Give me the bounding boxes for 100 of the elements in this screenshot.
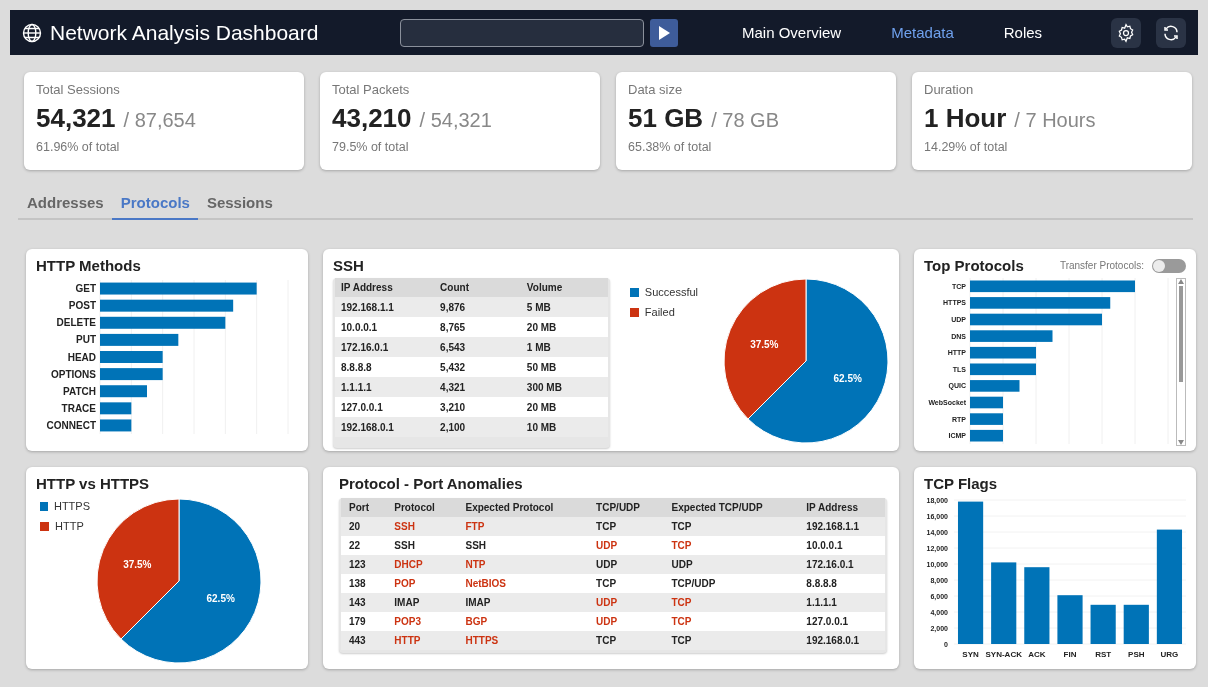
table-cell: 50 MB	[520, 357, 608, 377]
table-cell: 1 MB	[520, 337, 608, 357]
axis-label: FIN	[1063, 650, 1077, 659]
table-cell: 172.16.0.1	[798, 555, 885, 574]
table-cell: 1.1.1.1	[335, 377, 435, 397]
table-cell: NTP	[457, 555, 589, 574]
panel-title: SSH	[333, 257, 365, 274]
table-cell: 192.168.1.1	[798, 517, 885, 536]
axis-label: ACK	[1028, 650, 1046, 659]
play-icon	[658, 25, 670, 40]
scroll-up-icon[interactable]	[1178, 279, 1184, 284]
table-cell: 138	[341, 574, 387, 593]
bar	[970, 413, 1003, 425]
table-cell: FTP	[457, 517, 589, 536]
nav-link[interactable]: Main Overview	[742, 24, 842, 41]
stat-label: Total Sessions	[36, 82, 121, 97]
stat-note: 61.96% of total	[36, 140, 121, 154]
bar	[970, 363, 1036, 376]
table-cell: 2,100	[434, 417, 521, 437]
table-cell: DHCP	[386, 555, 458, 574]
table-cell: 179	[341, 612, 387, 631]
table-cell: 20 MB	[520, 317, 608, 337]
bar	[100, 368, 163, 381]
table-cell: 5 MB	[520, 297, 608, 317]
legend-swatch	[40, 521, 49, 531]
table-cell: SSH	[386, 536, 458, 555]
tab[interactable]: Addresses	[18, 190, 112, 220]
settings-button[interactable]	[1111, 17, 1141, 48]
axis-label: RST	[1095, 650, 1112, 659]
column-header: Count	[434, 278, 521, 297]
table-cell: UDP	[663, 555, 799, 574]
axis-label: POST	[68, 300, 96, 312]
table-cell: NetBIOS	[457, 574, 589, 593]
legend-label: Successful	[644, 286, 698, 298]
bar	[970, 346, 1036, 359]
bar	[100, 419, 132, 432]
tab[interactable]: Sessions	[197, 190, 281, 220]
play-button[interactable]	[650, 18, 678, 47]
column-header: Protocol	[386, 498, 458, 517]
bar	[1090, 604, 1116, 644]
table-cell: 3,210	[434, 397, 521, 417]
axis-label: PATCH	[63, 385, 96, 397]
table-cell: 10.0.0.1	[335, 317, 435, 337]
column-header: IP Address	[335, 278, 435, 297]
table-cell: TCP	[663, 536, 799, 555]
stat-note: 14.29% of total	[924, 140, 1009, 154]
stat-label: Total Packets	[332, 82, 411, 97]
stat-value: 43,210	[332, 103, 412, 134]
toggle-switch[interactable]	[1152, 258, 1186, 273]
refresh-button[interactable]	[1156, 17, 1186, 48]
table-cell: 443	[341, 631, 387, 650]
table-cell: 192.168.0.1	[798, 631, 885, 650]
legend-swatch	[629, 287, 639, 297]
slice-label: 62.5%	[206, 593, 235, 605]
stat-value: 51 GB	[628, 103, 704, 134]
stat-total: / 7 Hours	[1014, 109, 1096, 132]
refresh-icon	[1162, 23, 1180, 42]
table-cell: 8,765	[434, 317, 521, 337]
table-cell: 5,432	[434, 357, 521, 377]
stat-total: / 78 GB	[711, 109, 779, 132]
stat-label: Data size	[628, 82, 684, 97]
slice-label: 37.5%	[123, 558, 152, 570]
nav-link[interactable]: Metadata	[891, 24, 954, 41]
table-cell: 172.16.0.1	[335, 337, 435, 357]
column-header: IP Address	[798, 498, 885, 517]
scrollbar[interactable]	[1176, 278, 1186, 446]
settings-icon	[1116, 22, 1136, 43]
axis-label: TRACE	[61, 402, 96, 414]
axis-label: DELETE	[56, 317, 96, 329]
table-cell: 4,321	[434, 377, 521, 397]
table-cell: TCP	[663, 593, 799, 612]
search-field[interactable]	[400, 18, 644, 47]
legend-label: HTTPS	[53, 500, 90, 512]
stat-label: Duration	[924, 82, 975, 97]
table-cell: UDP	[588, 593, 664, 612]
table-cell: 300 MB	[520, 377, 608, 397]
nav-link[interactable]: Roles	[1003, 24, 1043, 41]
table-cell: POP	[386, 574, 458, 593]
bar	[100, 351, 163, 363]
bar	[100, 402, 132, 415]
slice-label: 62.5%	[833, 373, 862, 385]
table-cell: 192.168.0.1	[335, 417, 435, 437]
bar	[970, 429, 1003, 442]
table-cell: 9,876	[434, 297, 521, 317]
legend-label: HTTP	[55, 520, 84, 532]
table-cell: 6,543	[434, 337, 521, 357]
table-cell: BGP	[457, 612, 589, 631]
scroll-down-icon[interactable]	[1178, 440, 1184, 445]
panel-title: HTTP Methods	[36, 257, 142, 274]
table-cell: HTTPS	[457, 631, 589, 650]
axis-label: PUT	[76, 334, 96, 346]
table-cell: 123	[341, 555, 387, 574]
table-cell: TCP	[588, 574, 664, 593]
panel-title: Top Protocols	[924, 257, 1024, 274]
column-header: Volume	[520, 278, 608, 297]
toggle-label: Transfer Protocols:	[1059, 260, 1144, 271]
table-cell: TCP	[588, 631, 664, 650]
stat-value: 1 Hour	[924, 103, 1007, 134]
table-cell: TCP	[663, 631, 799, 650]
table-cell: UDP	[588, 612, 664, 631]
